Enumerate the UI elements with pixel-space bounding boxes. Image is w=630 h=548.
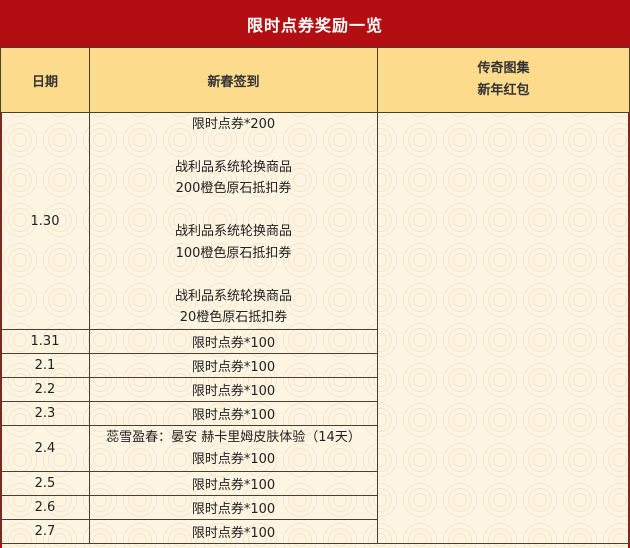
date-cell: 2.7	[0, 519, 90, 544]
reward-line: 蕊雪盈春：晏安 赫卡里姆皮肤体验（14天）	[106, 429, 361, 445]
reward-cell: 限时点券*100	[89, 471, 378, 496]
date-cell: 2.1	[0, 353, 90, 378]
date-cell: 2.5	[0, 471, 90, 496]
header-gift-line1: 传奇图集	[477, 61, 530, 76]
date-cell: 2.4	[0, 425, 90, 472]
header-date: 日期	[0, 47, 90, 113]
reward-line: 200橙色原石抵扣券	[175, 181, 292, 196]
reward-cell: 限时点券*100	[89, 401, 378, 426]
reward-cell: 限时点券*100	[89, 519, 378, 544]
date-cell: 2.3	[0, 401, 90, 426]
reward-line: 战利品系统轮换商品	[174, 159, 292, 175]
date-cell: 1.31	[0, 329, 90, 354]
date-cell: 2.6	[0, 495, 90, 520]
header-signin: 新春签到	[89, 47, 378, 113]
reward-table: 日期 新春签到 传奇图集 新年红包 1.30 限时点券*200 战利品系统轮换商…	[0, 47, 630, 544]
reward-line: 战利品系统轮换商品	[174, 224, 292, 239]
reward-cell: 限时点券*100	[89, 495, 378, 520]
reward-line	[90, 264, 377, 286]
reward-cell: 限时点券*200 战利品系统轮换商品 200橙色原石抵扣券 战利品系统轮换商品 …	[89, 112, 378, 330]
reward-line: 战利品系统轮换商品	[174, 288, 292, 304]
reward-table-panel: 限时点券奖励一览 日期 新春签到 传奇图集 新年红包 1.30 限时点券*200…	[0, 0, 630, 548]
table-header-row: 日期 新春签到 传奇图集 新年红包	[0, 47, 630, 113]
header-gift-line2: 新年红包	[477, 83, 530, 98]
reward-cell: 限时点券*100	[89, 377, 378, 402]
header-gift: 传奇图集 新年红包	[377, 47, 630, 113]
table-row: 1.30 限时点券*200 战利品系统轮换商品 200橙色原石抵扣券 战利品系统…	[0, 112, 630, 544]
gift-cell-empty	[377, 112, 630, 544]
page-title: 限时点券奖励一览	[0, 0, 630, 47]
reward-line: 限时点券*100	[191, 451, 276, 467]
reward-cell: 限时点券*100	[89, 329, 378, 354]
reward-line: 100橙色原石抵扣券	[175, 245, 292, 261]
reward-cell: 限时点券*100	[89, 353, 378, 378]
reward-cell: 蕊雪盈春：晏安 赫卡里姆皮肤体验（14天） 限时点券*100	[89, 425, 378, 472]
reward-line: 限时点券*200	[191, 116, 276, 132]
date-cell: 1.30	[0, 112, 90, 330]
reward-line: 20橙色原石抵扣券	[179, 310, 288, 325]
reward-line	[90, 200, 377, 222]
reward-line	[90, 135, 377, 157]
date-cell: 2.2	[0, 377, 90, 402]
